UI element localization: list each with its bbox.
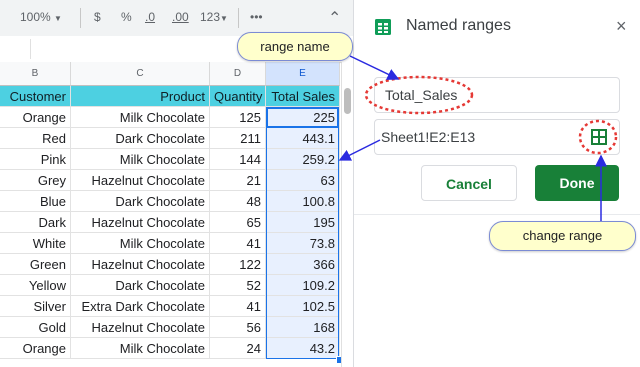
cell-product[interactable]: Extra Dark Chocolate	[71, 296, 210, 317]
table-row: Pink Milk Chocolate 144 259.2	[0, 149, 340, 170]
cell-quantity[interactable]: 122	[210, 254, 266, 275]
cell-total[interactable]: 63	[266, 170, 340, 191]
cell-total[interactable]: 102.5	[266, 296, 340, 317]
decrease-decimal-button[interactable]: .0	[145, 10, 155, 24]
cell-product[interactable]: Hazelnut Chocolate	[71, 170, 210, 191]
done-button[interactable]: Done	[535, 165, 619, 201]
sheets-icon	[375, 19, 391, 35]
table-row: Red Dark Chocolate 211 443.1	[0, 128, 340, 149]
cell-customer[interactable]: Blue	[0, 191, 71, 212]
cell-customer[interactable]: Pink	[0, 149, 71, 170]
cell-quantity[interactable]: 125	[210, 107, 266, 128]
cell-quantity[interactable]: 41	[210, 296, 266, 317]
cell-quantity[interactable]: 48	[210, 191, 266, 212]
cell-quantity[interactable]: 24	[210, 338, 266, 359]
cell-customer[interactable]: Red	[0, 128, 71, 149]
chevron-down-icon: ▼	[220, 14, 228, 23]
currency-button[interactable]: $	[94, 10, 101, 24]
column-header-e[interactable]: E	[266, 62, 340, 86]
cell-product[interactable]: Hazelnut Chocolate	[71, 212, 210, 233]
cell-quantity[interactable]: 52	[210, 275, 266, 296]
cell-total[interactable]: 109.2	[266, 275, 340, 296]
cell-customer[interactable]: Green	[0, 254, 71, 275]
column-header-c[interactable]: C	[71, 62, 210, 86]
cell-product[interactable]: Dark Chocolate	[71, 128, 210, 149]
zoom-select[interactable]: 100% ▼	[20, 10, 62, 24]
table-row: Grey Hazelnut Chocolate 21 63	[0, 170, 340, 191]
range-value: Sheet1!E2:E13	[381, 129, 476, 145]
divider	[238, 8, 239, 28]
scrollbar-thumb[interactable]	[344, 88, 351, 114]
table-row: Gold Hazelnut Chocolate 56 168	[0, 317, 340, 338]
column-header-d[interactable]: D	[210, 62, 266, 86]
cell-product[interactable]: Hazelnut Chocolate	[71, 254, 210, 275]
cell-total[interactable]: 443.1	[266, 128, 340, 149]
table-row: Blue Dark Chocolate 48 100.8	[0, 191, 340, 212]
header-quantity[interactable]: Quantity	[210, 86, 266, 107]
cell-total[interactable]: 225	[266, 107, 340, 128]
cell-total[interactable]: 259.2	[266, 149, 340, 170]
cell-total[interactable]: 195	[266, 212, 340, 233]
cell-total[interactable]: 366	[266, 254, 340, 275]
table-row: Yellow Dark Chocolate 52 109.2	[0, 275, 340, 296]
cell-customer[interactable]: Yellow	[0, 275, 71, 296]
divider	[80, 8, 81, 28]
cell-product[interactable]: Milk Chocolate	[71, 233, 210, 254]
cell-quantity[interactable]: 211	[210, 128, 266, 149]
cell-customer[interactable]: Grey	[0, 170, 71, 191]
column-header-b[interactable]: B	[0, 62, 71, 86]
named-ranges-panel: Named ranges × Total_Sales Sheet1!E2:E13…	[353, 0, 640, 367]
cell-total[interactable]: 43.2	[266, 338, 340, 359]
range-name-callout: range name	[237, 32, 353, 61]
cell-product[interactable]: Dark Chocolate	[71, 275, 210, 296]
close-icon[interactable]: ×	[616, 17, 627, 35]
cell-customer[interactable]: Dark	[0, 212, 71, 233]
divider	[354, 214, 640, 215]
cell-customer[interactable]: Orange	[0, 338, 71, 359]
panel-title: Named ranges	[406, 17, 511, 34]
zoom-value: 100%	[20, 10, 51, 24]
table-row: Orange Milk Chocolate 24 43.2	[0, 338, 340, 359]
header-customer[interactable]: Customer	[0, 86, 71, 107]
cell-customer[interactable]: White	[0, 233, 71, 254]
cell-total[interactable]: 168	[266, 317, 340, 338]
table-row: Silver Extra Dark Chocolate 41 102.5	[0, 296, 340, 317]
table-header-row: Customer Product Quantity Total Sales	[0, 86, 340, 107]
percent-button[interactable]: %	[121, 10, 132, 24]
grid-icon[interactable]	[591, 129, 607, 145]
cell-quantity[interactable]: 21	[210, 170, 266, 191]
table-row: Green Hazelnut Chocolate 122 366	[0, 254, 340, 275]
table-row: Orange Milk Chocolate 125 225	[0, 107, 340, 128]
table-row: Dark Hazelnut Chocolate 65 195	[0, 212, 340, 233]
cell-total[interactable]: 73.8	[266, 233, 340, 254]
cell-quantity[interactable]: 65	[210, 212, 266, 233]
table-row: White Milk Chocolate 41 73.8	[0, 233, 340, 254]
cell-quantity[interactable]: 144	[210, 149, 266, 170]
chevron-down-icon: ▼	[54, 14, 62, 23]
cell-customer[interactable]: Gold	[0, 317, 71, 338]
number-format-select[interactable]: 123▼	[200, 10, 228, 24]
cell-product[interactable]: Milk Chocolate	[71, 338, 210, 359]
change-range-callout: change range	[489, 221, 636, 251]
cell-total[interactable]: 100.8	[266, 191, 340, 212]
header-total-sales[interactable]: Total Sales	[266, 86, 340, 107]
increase-decimal-button[interactable]: .00	[172, 10, 189, 24]
cell-product[interactable]: Milk Chocolate	[71, 107, 210, 128]
cell-product[interactable]: Dark Chocolate	[71, 191, 210, 212]
cell-customer[interactable]: Orange	[0, 107, 71, 128]
collapse-icon[interactable]: ⌃	[328, 8, 341, 28]
number-format-label: 123	[200, 10, 221, 24]
range-input[interactable]: Sheet1!E2:E13	[374, 119, 620, 155]
cell-quantity[interactable]: 41	[210, 233, 266, 254]
header-product[interactable]: Product	[71, 86, 210, 107]
cell-quantity[interactable]: 56	[210, 317, 266, 338]
cell-product[interactable]: Hazelnut Chocolate	[71, 317, 210, 338]
cancel-button[interactable]: Cancel	[421, 165, 517, 201]
cell-customer[interactable]: Silver	[0, 296, 71, 317]
cell-product[interactable]: Milk Chocolate	[71, 149, 210, 170]
range-name-input[interactable]: Total_Sales	[374, 77, 620, 113]
toolbar: 100% ▼ $ % .0 .00 123▼ ••• ⌃	[0, 0, 353, 36]
more-button[interactable]: •••	[250, 10, 263, 24]
